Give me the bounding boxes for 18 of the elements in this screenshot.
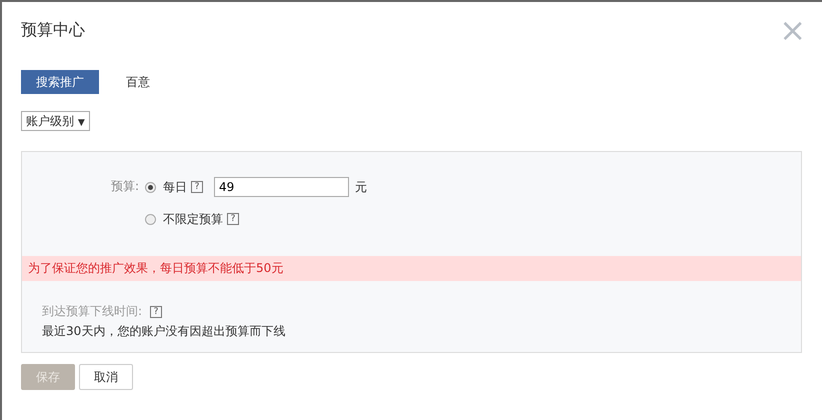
cancel-button[interactable]: 取消 — [79, 364, 133, 390]
help-icon[interactable]: ? — [191, 181, 204, 193]
help-icon[interactable]: ? — [150, 306, 162, 318]
tab[interactable]: 搜索推广 — [21, 70, 99, 94]
option-label: 每日 — [163, 178, 188, 196]
radio-button[interactable] — [145, 214, 156, 224]
budget-label: 预算: — [111, 178, 140, 195]
unit-label: 元 — [355, 178, 368, 196]
offline-status-text: 最近30天内，您的账户没有因超出预算而下线 — [42, 323, 286, 340]
budget-input[interactable]: 49 — [214, 177, 350, 197]
level-dropdown[interactable]: 账户级别 ▼ — [21, 111, 90, 131]
tab[interactable]: 百意 — [99, 70, 177, 94]
option-label: 不限定预算 — [163, 210, 224, 228]
error-message: 为了保证您的推广效果，每日预算不能低于50元 — [22, 256, 801, 281]
dialog-title: 预算中心 — [21, 20, 85, 40]
radio-button[interactable] — [145, 182, 156, 192]
help-icon[interactable]: ? — [227, 213, 240, 225]
offline-time-label: 到达预算下线时间: — [42, 303, 142, 320]
